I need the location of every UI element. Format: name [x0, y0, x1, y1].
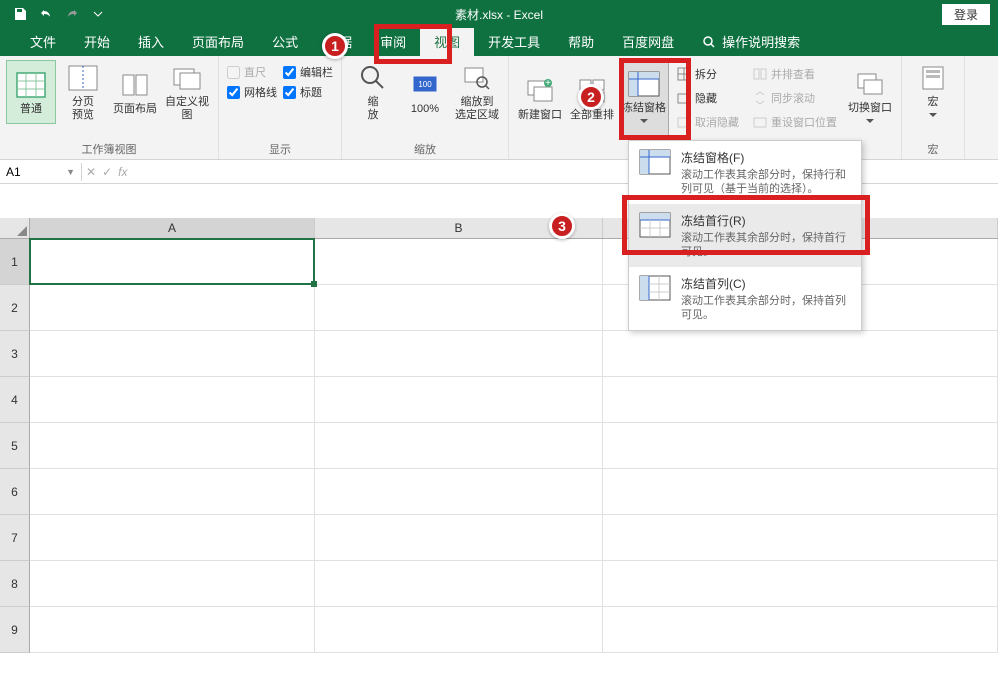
unhide-button: 取消隐藏: [673, 112, 743, 132]
chk-headings[interactable]: 标题: [283, 84, 333, 100]
select-all-corner[interactable]: [0, 218, 30, 238]
freeze-panes-icon: [639, 149, 671, 177]
freeze-first-col-icon: [639, 275, 671, 303]
cell[interactable]: [315, 423, 603, 469]
cell[interactable]: [315, 515, 603, 561]
cell[interactable]: [315, 239, 603, 285]
tab-insert[interactable]: 插入: [124, 27, 178, 56]
cell[interactable]: [30, 607, 315, 653]
tab-layout[interactable]: 页面布局: [178, 27, 258, 56]
row-headers[interactable]: 1 2 3 4 5 6 7 8 9: [0, 239, 30, 653]
tab-view[interactable]: 视图: [420, 27, 474, 56]
freeze-first-col-item[interactable]: 冻结首列(C)滚动工作表其余部分时，保持首列可见。: [629, 267, 861, 330]
undo-button[interactable]: [34, 3, 58, 25]
cell[interactable]: [30, 469, 315, 515]
zoom-100-button[interactable]: 100 100%: [400, 60, 450, 124]
cell[interactable]: [30, 561, 315, 607]
view-layout-button[interactable]: 页面布局: [110, 60, 160, 124]
group-show: 直尺 网格线 编辑栏 标题 显示: [219, 56, 342, 159]
tab-review[interactable]: 审阅: [366, 27, 420, 56]
cell[interactable]: [315, 469, 603, 515]
cell[interactable]: [30, 515, 315, 561]
freeze-panes-menu: 冻结窗格(F)滚动工作表其余部分时，保持行和列可见（基于当前的选择）。 冻结首行…: [628, 140, 862, 331]
cell[interactable]: [30, 239, 315, 285]
chk-ruler[interactable]: 直尺: [227, 64, 277, 80]
col-header-a[interactable]: A: [30, 218, 315, 238]
login-button[interactable]: 登录: [942, 4, 990, 25]
name-box[interactable]: A1▼: [0, 163, 82, 181]
macros-button[interactable]: 宏: [908, 60, 958, 124]
chk-gridlines[interactable]: 网格线: [227, 84, 277, 100]
cell[interactable]: [603, 515, 998, 561]
zoom-button[interactable]: 缩 放: [348, 60, 398, 124]
row-header-2[interactable]: 2: [0, 285, 30, 331]
switch-window-button[interactable]: 切换窗口: [845, 60, 895, 136]
group-macros: 宏 宏: [902, 56, 965, 159]
sync-scroll-button: 同步滚动: [749, 88, 841, 108]
cell[interactable]: [30, 331, 315, 377]
row-header-3[interactable]: 3: [0, 331, 30, 377]
freeze-panes-item[interactable]: 冻结窗格(F)滚动工作表其余部分时，保持行和列可见（基于当前的选择）。: [629, 141, 861, 204]
tab-formulas[interactable]: 公式: [258, 27, 312, 56]
cell[interactable]: [603, 423, 998, 469]
cell[interactable]: [30, 377, 315, 423]
row-header-1[interactable]: 1: [0, 239, 30, 285]
new-window-button[interactable]: + 新建窗口: [515, 60, 565, 136]
freeze-top-row-item[interactable]: 冻结首行(R)滚动工作表其余部分时，保持首行可见。: [629, 204, 861, 267]
freeze-panes-button[interactable]: 冻结窗格: [619, 60, 669, 136]
row-header-7[interactable]: 7: [0, 515, 30, 561]
freeze-top-row-icon: [639, 212, 671, 240]
annotation-number-1: 1: [322, 33, 348, 59]
cell[interactable]: [315, 331, 603, 377]
row-header-6[interactable]: 6: [0, 469, 30, 515]
tab-baidu[interactable]: 百度网盘: [608, 27, 688, 56]
view-normal-button[interactable]: 普通: [6, 60, 56, 124]
tab-developer[interactable]: 开发工具: [474, 27, 554, 56]
row-header-8[interactable]: 8: [0, 561, 30, 607]
annotation-number-3: 3: [549, 213, 575, 239]
split-button[interactable]: 拆分: [673, 64, 743, 84]
window-title: 素材.xlsx - Excel: [455, 6, 543, 23]
cell[interactable]: [30, 285, 315, 331]
row-header-5[interactable]: 5: [0, 423, 30, 469]
formula-input[interactable]: [131, 170, 998, 174]
cell[interactable]: [603, 607, 998, 653]
view-preview-button[interactable]: 分页 预览: [58, 60, 108, 124]
chk-formula-bar[interactable]: 编辑栏: [283, 64, 333, 80]
tab-search[interactable]: 操作说明搜索: [688, 27, 814, 56]
hide-button[interactable]: 隐藏: [673, 88, 743, 108]
side-by-side-button: 并排查看: [749, 64, 841, 84]
cell[interactable]: [315, 607, 603, 653]
qat-more-button[interactable]: [86, 3, 110, 25]
row-header-4[interactable]: 4: [0, 377, 30, 423]
row-header-9[interactable]: 9: [0, 607, 30, 653]
group-workbook-views: 普通 分页 预览 页面布局 自定义视图 工作簿视图: [0, 56, 219, 159]
tab-file[interactable]: 文件: [16, 27, 70, 56]
cell[interactable]: [315, 377, 603, 423]
enter-icon[interactable]: ✓: [102, 165, 112, 179]
redo-button[interactable]: [60, 3, 84, 25]
save-button[interactable]: [8, 3, 32, 25]
fx-icon[interactable]: fx: [118, 165, 127, 179]
cell[interactable]: [603, 377, 998, 423]
cell[interactable]: [603, 561, 998, 607]
annotation-number-2: 2: [578, 84, 604, 110]
tab-help[interactable]: 帮助: [554, 27, 608, 56]
group-zoom: 缩 放 100 100% 缩放到 选定区域 缩放: [342, 56, 509, 159]
reset-position-button: 重设窗口位置: [749, 112, 841, 132]
cell[interactable]: [315, 285, 603, 331]
cell[interactable]: [603, 469, 998, 515]
quick-access-toolbar: [8, 3, 110, 25]
tab-home[interactable]: 开始: [70, 27, 124, 56]
cancel-icon[interactable]: ✕: [86, 165, 96, 179]
cell[interactable]: [315, 561, 603, 607]
cell[interactable]: [30, 423, 315, 469]
cell[interactable]: [603, 331, 998, 377]
svg-text:+: +: [545, 78, 551, 89]
ribbon-tabs: 文件 开始 插入 页面布局 公式 数据 审阅 视图 开发工具 帮助 百度网盘 操…: [0, 28, 998, 56]
zoom-selection-button[interactable]: 缩放到 选定区域: [452, 60, 502, 124]
title-bar: 素材.xlsx - Excel 登录: [0, 0, 998, 28]
view-custom-button[interactable]: 自定义视图: [162, 60, 212, 124]
svg-text:100: 100: [418, 80, 432, 89]
